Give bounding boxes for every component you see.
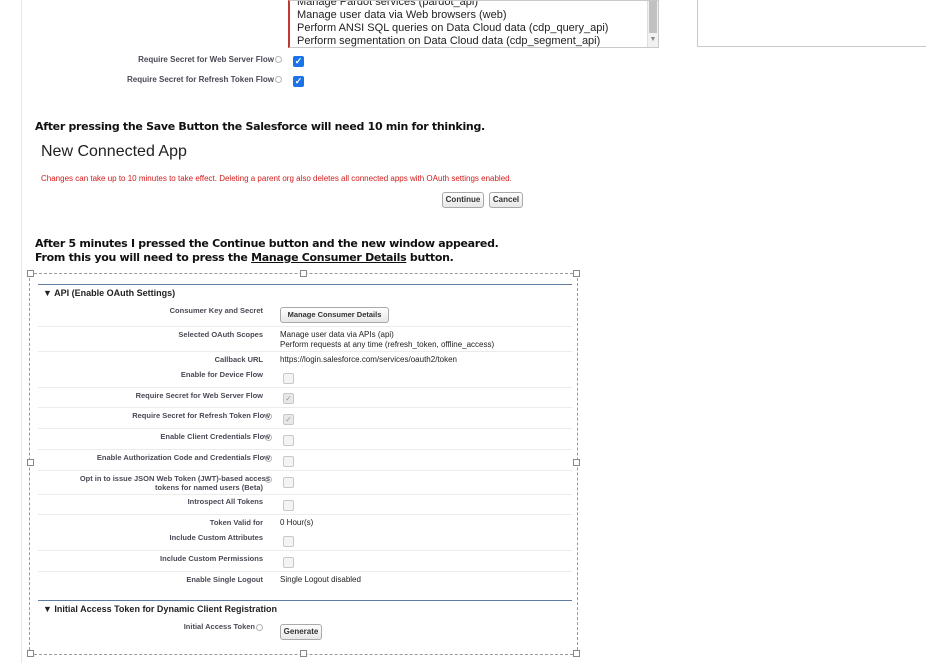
instruction-note-2: After 5 minutes I pressed the Continue b… — [35, 237, 499, 250]
resize-handle[interactable] — [27, 650, 34, 657]
client-credentials-flow-label: Enable Client Credentials Flow — [160, 432, 270, 441]
scope-item[interactable]: Manage user data via Web browsers (web) — [290, 9, 658, 22]
info-icon — [275, 56, 282, 64]
require-secret-refresh-checkbox[interactable]: ✓ — [293, 76, 304, 87]
custom-permissions-checkbox[interactable] — [283, 557, 294, 568]
row-divider — [38, 428, 572, 429]
row-divider — [38, 449, 572, 450]
initial-access-token-label: Initial Access Token — [184, 622, 263, 631]
jwt-access-label: Opt in to issue JSON Web Token (JWT)-bas… — [79, 474, 270, 483]
single-logout-value: Single Logout disabled — [280, 575, 361, 584]
row-divider — [38, 326, 572, 327]
selected-scope-value: Perform requests at any time (refresh_to… — [280, 340, 495, 349]
manage-consumer-details-reference: Manage Consumer Details — [251, 251, 407, 264]
selected-scopes-label: Selected OAuth Scopes — [178, 330, 263, 339]
continue-button[interactable]: Continue — [442, 192, 484, 208]
client-credentials-flow-checkbox[interactable] — [283, 435, 294, 446]
instruction-note-3: From this you will need to press the Man… — [35, 251, 454, 264]
jwt-access-checkbox[interactable] — [283, 477, 294, 488]
resize-handle[interactable] — [300, 650, 307, 657]
consumer-key-label: Consumer Key and Secret — [169, 306, 263, 315]
initial-access-token-section-header[interactable]: ▼ Initial Access Token for Dynamic Clien… — [43, 604, 277, 614]
web-server-flow-label: Require Secret for Web Server Flow — [135, 391, 263, 400]
row-divider — [38, 351, 572, 352]
scope-item[interactable]: Manage Pardot services (pardot_api) — [290, 1, 658, 9]
resize-handle[interactable] — [573, 650, 580, 657]
info-icon — [256, 623, 263, 631]
row-divider — [38, 514, 572, 515]
info-icon — [265, 476, 272, 483]
scope-item[interactable]: Perform segmentation on Data Cloud data … — [290, 35, 658, 47]
resize-handle[interactable] — [27, 270, 34, 277]
row-divider — [38, 494, 572, 495]
resize-handle[interactable] — [300, 270, 307, 277]
generate-button[interactable]: Generate — [280, 624, 322, 640]
jwt-access-label-line2: tokens for named users (Beta) — [155, 483, 263, 492]
row-divider — [38, 550, 572, 551]
require-secret-web-server-checkbox[interactable]: ✓ — [293, 56, 304, 67]
introspect-tokens-checkbox[interactable] — [283, 500, 294, 511]
warning-message: Changes can take up to 10 minutes to tak… — [41, 174, 512, 183]
api-section-header[interactable]: ▼ API (Enable OAuth Settings) — [43, 288, 175, 298]
refresh-token-flow-label: Require Secret for Refresh Token Flow — [132, 411, 270, 420]
selected-scopes-box[interactable] — [697, 0, 926, 47]
page-title: New Connected App — [41, 143, 187, 160]
scroll-down-arrow-icon[interactable]: ▼ — [649, 36, 657, 44]
callback-url-value: https://login.salesforce.com/services/oa… — [280, 355, 457, 364]
row-divider — [38, 387, 572, 388]
require-secret-refresh-label: Require Secret for Refresh Token Flow — [127, 75, 282, 84]
custom-attributes-label: Include Custom Attributes — [169, 533, 263, 542]
single-logout-label: Enable Single Logout — [186, 575, 263, 584]
info-icon — [265, 455, 272, 462]
scope-item[interactable]: Perform ANSI SQL queries on Data Cloud d… — [290, 22, 658, 35]
row-divider — [38, 470, 572, 471]
info-icon — [265, 434, 272, 441]
row-divider — [38, 571, 572, 572]
section-divider — [38, 284, 572, 285]
row-divider — [38, 407, 572, 408]
resize-handle[interactable] — [27, 459, 34, 466]
cancel-button[interactable]: Cancel — [489, 192, 523, 208]
require-secret-web-server-label: Require Secret for Web Server Flow — [138, 55, 282, 64]
custom-permissions-label: Include Custom Permissions — [160, 554, 263, 563]
token-valid-value: 0 Hour(s) — [280, 518, 314, 527]
device-flow-label: Enable for Device Flow — [180, 370, 263, 379]
auth-code-flow-checkbox[interactable] — [283, 456, 294, 467]
resize-handle[interactable] — [573, 270, 580, 277]
auth-code-flow-label: Enable Authorization Code and Credential… — [96, 453, 270, 462]
callback-url-label: Callback URL — [214, 355, 263, 364]
custom-attributes-checkbox[interactable] — [283, 536, 294, 547]
manage-consumer-details-button[interactable]: Manage Consumer Details — [280, 307, 389, 323]
instruction-note-1: After pressing the Save Button the Sales… — [35, 120, 485, 133]
resize-handle[interactable] — [573, 459, 580, 466]
web-server-flow-checkbox: ✓ — [283, 393, 294, 404]
refresh-token-flow-checkbox: ✓ — [283, 414, 294, 425]
scope-list-scroll-thumb[interactable] — [649, 1, 657, 33]
introspect-tokens-label: Introspect All Tokens — [187, 497, 263, 506]
selected-scope-value: Manage user data via APIs (api) — [280, 330, 394, 339]
section-divider — [38, 600, 572, 601]
device-flow-checkbox[interactable] — [283, 373, 294, 384]
page-left-border — [21, 0, 22, 663]
token-valid-label: Token Valid for — [209, 518, 263, 527]
info-icon — [265, 413, 272, 420]
available-scopes-list[interactable]: Manage Pardot services (pardot_api) Mana… — [288, 0, 659, 48]
info-icon — [275, 76, 282, 84]
